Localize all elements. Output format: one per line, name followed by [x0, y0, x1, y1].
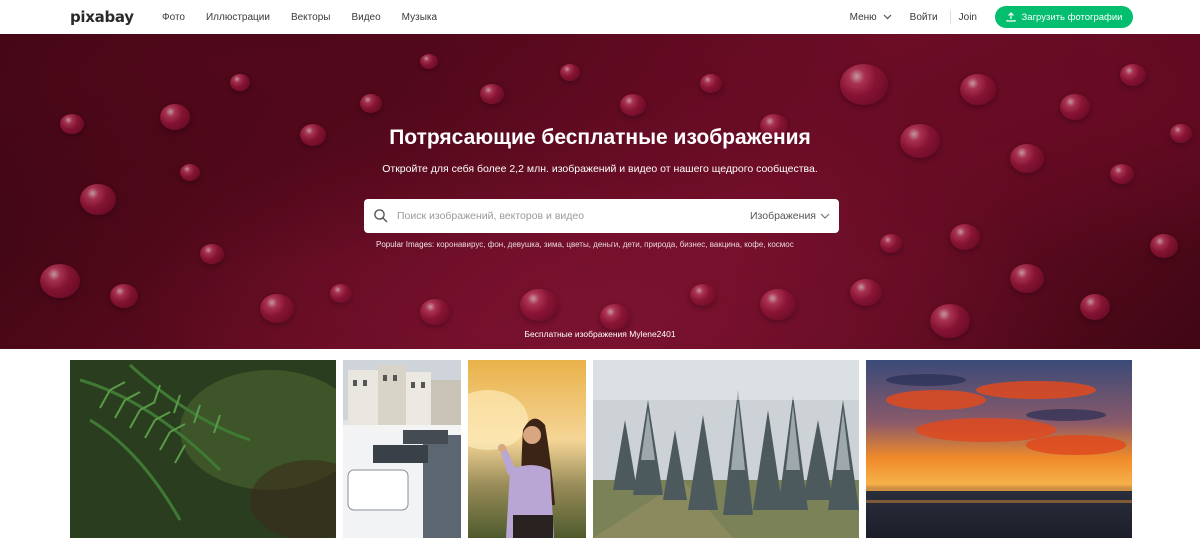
menu-label: Меню [849, 11, 877, 23]
upload-button[interactable]: Загрузить фотографии [995, 6, 1133, 28]
search-bar: Изображения [364, 199, 839, 233]
chevron-down-icon [820, 213, 830, 219]
search-input[interactable] [395, 209, 739, 223]
popular-tag[interactable]: коронавирус, [437, 240, 488, 249]
upload-icon [1005, 12, 1016, 22]
hero-title: Потрясающие бесплатные изображения [389, 126, 811, 149]
image-tile-fern[interactable] [70, 360, 336, 538]
popular-tag[interactable]: кофе, [744, 240, 768, 249]
join-link[interactable]: Join [959, 12, 977, 23]
image-tile-canal[interactable] [343, 360, 461, 538]
popular-tags: Popular Images: коронавирус, фон, девушк… [376, 240, 794, 249]
forest-image [593, 360, 859, 538]
chevron-down-icon [883, 14, 892, 20]
image-tile-girl[interactable] [468, 360, 586, 538]
search-icon[interactable] [373, 208, 389, 224]
popular-label: Popular Images: [376, 240, 435, 249]
menu-button[interactable]: Меню [850, 12, 892, 23]
popular-tag[interactable]: бизнес, [680, 240, 710, 249]
nav-video[interactable]: Видео [351, 12, 380, 23]
nav-vectors[interactable]: Векторы [291, 12, 331, 23]
nav-divider [949, 10, 951, 24]
popular-tag[interactable]: природа, [644, 240, 680, 249]
popular-tag[interactable]: дети, [623, 240, 644, 249]
upload-label: Загрузить фотографии [1021, 11, 1123, 23]
hero-banner: Потрясающие бесплатные изображения Откро… [0, 34, 1200, 349]
popular-tag[interactable]: деньги, [593, 240, 623, 249]
right-nav: Меню Войти Join Загрузить фотографии [850, 0, 1200, 34]
login-link[interactable]: Войти [910, 12, 938, 23]
popular-tag[interactable]: зима, [544, 240, 567, 249]
nav-illustrations[interactable]: Иллюстрации [206, 12, 270, 23]
fern-image [70, 360, 336, 538]
popular-tag-list: коронавирус, фон, девушка, зима, цветы, … [437, 240, 794, 249]
image-credit[interactable]: Бесплатные изображения Mylene2401 [0, 329, 1200, 339]
hero-overlay [0, 34, 1200, 349]
top-header: pixabay Фото Иллюстрации Векторы Видео М… [0, 0, 1200, 34]
image-tile-forest[interactable] [593, 360, 859, 538]
image-tile-sunset[interactable] [866, 360, 1132, 538]
search-type-select[interactable]: Изображения [750, 199, 830, 233]
nav-photo[interactable]: Фото [162, 12, 185, 23]
canal-image [343, 360, 461, 538]
search-type-label: Изображения [750, 210, 816, 222]
girl-image [468, 360, 586, 538]
popular-tag[interactable]: космос [768, 240, 794, 249]
popular-tag[interactable]: фон, [488, 240, 508, 249]
popular-tag[interactable]: цветы, [566, 240, 593, 249]
hero-subtitle: Откройте для себя более 2,2 млн. изображ… [382, 163, 818, 175]
sunset-image [866, 360, 1132, 538]
main-nav: Фото Иллюстрации Векторы Видео Музыка [162, 0, 458, 34]
popular-tag[interactable]: девушка, [508, 240, 544, 249]
nav-music[interactable]: Музыка [402, 12, 437, 23]
popular-tag[interactable]: вакцина, [710, 240, 744, 249]
pixabay-logo[interactable]: pixabay [70, 8, 134, 26]
